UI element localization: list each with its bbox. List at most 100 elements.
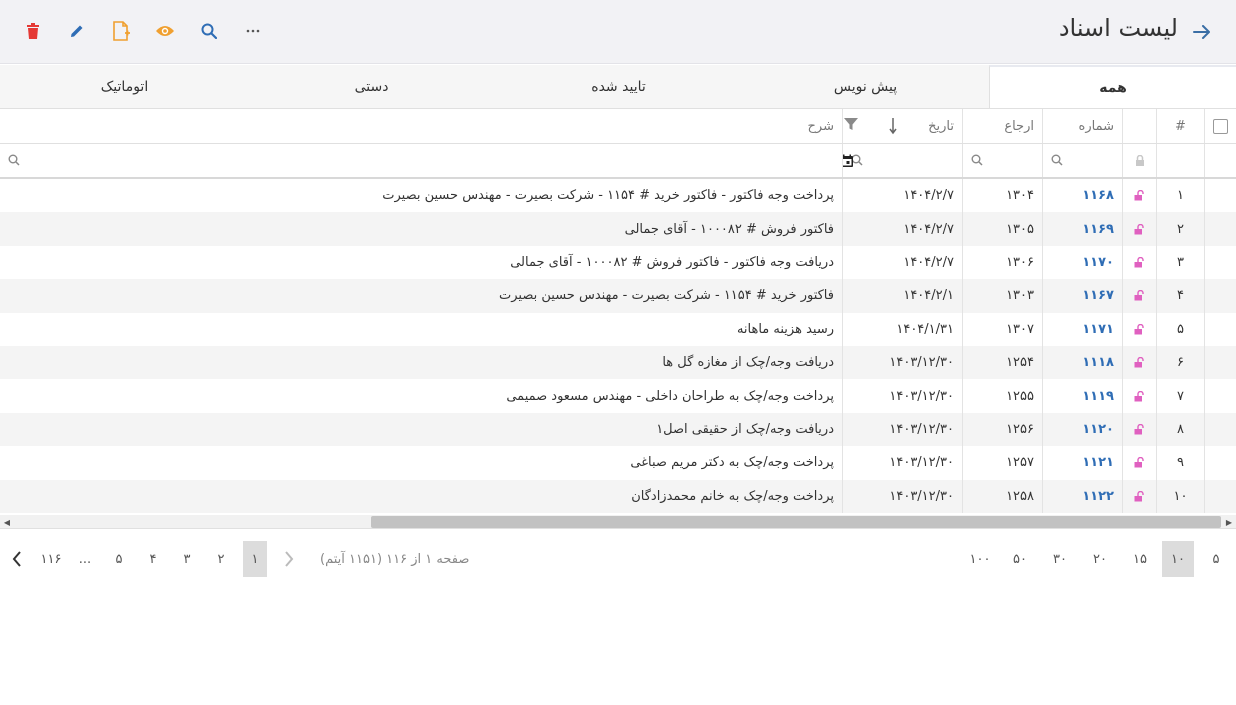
table-row[interactable]: ۱۰ ۱۱۲۲ ۱۲۵۸ ۱۴۰۳/۱۲/۳۰ پرداخت وجه/چک به خان… bbox=[0, 479, 1236, 513]
row-select-cell[interactable] bbox=[1204, 279, 1236, 313]
tab-draft[interactable]: پیش نویس bbox=[742, 65, 989, 108]
pager: ۵ ۱۰ ۱۵ ۲۰ ۳۰ ۵۰ ۱۰۰ ۱۱۶... ۵ ۴ ۳ ۲ ۱ صفحه ۱ از ۱۱۶ … bbox=[0, 541, 1236, 577]
table-row[interactable]: ۱ ۱۱۶۸ ۱۳۰۴ ۱۴۰۴/۲/۷ پرداخت وجه فاکتور - فاک… bbox=[0, 179, 1236, 213]
row-reference: ۱۲۵۶ bbox=[962, 412, 1042, 447]
row-select-cell[interactable] bbox=[1204, 345, 1236, 380]
row-select-cell[interactable] bbox=[1204, 379, 1236, 413]
search-icon bbox=[1051, 154, 1063, 166]
page-number-button[interactable]: ۱۱۶ bbox=[34, 541, 68, 577]
doc-number-link[interactable]: ۱۱۶۷ bbox=[1082, 288, 1114, 303]
scroll-right-arrow[interactable]: ▶ bbox=[1224, 517, 1234, 527]
page-number-button[interactable]: ۳ bbox=[170, 541, 204, 577]
row-doc-number[interactable]: ۱۱۱۹ bbox=[1042, 379, 1122, 413]
table-row[interactable]: ۴ ۱۱۶۷ ۱۳۰۳ ۱۴۰۴/۲/۱ فاکتور خرید # ۱۱۵۴ - شر… bbox=[0, 279, 1236, 313]
column-header-date[interactable]: تاریخ bbox=[842, 109, 962, 143]
edit-button[interactable] bbox=[62, 16, 92, 46]
sort-desc-icon[interactable] bbox=[889, 117, 901, 135]
row-select-cell[interactable] bbox=[1204, 312, 1236, 346]
row-doc-number[interactable]: ۱۱۷۰ bbox=[1042, 245, 1122, 280]
new-document-button[interactable] bbox=[106, 16, 136, 46]
row-select-cell[interactable] bbox=[1204, 479, 1236, 513]
unlock-icon bbox=[1134, 290, 1144, 301]
page-number-button[interactable]: ۱ bbox=[243, 541, 267, 577]
calendar-icon[interactable] bbox=[842, 154, 854, 168]
row-date: ۱۴۰۳/۱۲/۳۰ bbox=[842, 345, 962, 380]
tab-automatic[interactable]: اتوماتیک bbox=[1, 65, 248, 108]
filter-reference-input[interactable] bbox=[962, 144, 1042, 177]
row-doc-number[interactable]: ۱۱۲۲ bbox=[1042, 479, 1122, 513]
table-row[interactable]: ۸ ۱۱۲۰ ۱۲۵۶ ۱۴۰۳/۱۲/۳۰ دریافت وجه/چک از حقیق… bbox=[0, 412, 1236, 447]
row-select-cell[interactable] bbox=[1204, 446, 1236, 480]
next-page-button[interactable] bbox=[0, 541, 34, 577]
page-size-option[interactable]: ۱۰ bbox=[1162, 541, 1194, 577]
table-row[interactable]: ۶ ۱۱۱۸ ۱۲۵۴ ۱۴۰۳/۱۲/۳۰ دریافت وجه/چک از مغاز… bbox=[0, 345, 1236, 380]
previous-page-button[interactable] bbox=[272, 541, 306, 577]
row-doc-number[interactable]: ۱۱۱۸ bbox=[1042, 345, 1122, 380]
table-row[interactable]: ۳ ۱۱۷۰ ۱۳۰۶ ۱۴۰۴/۲/۷ دریافت وجه فاکتور - فاک… bbox=[0, 245, 1236, 280]
filter-date-input[interactable] bbox=[842, 144, 962, 177]
table-row[interactable]: ۹ ۱۱۲۱ ۱۲۵۷ ۱۴۰۳/۱۲/۳۰ پرداخت وجه/چک به دکتر… bbox=[0, 446, 1236, 480]
page-size-option[interactable]: ۳۰ bbox=[1040, 541, 1080, 577]
row-doc-number[interactable]: ۱۱۷۱ bbox=[1042, 312, 1122, 346]
doc-number-link[interactable]: ۱۱۱۸ bbox=[1082, 355, 1114, 370]
table-row[interactable]: ۲ ۱۱۶۹ ۱۳۰۵ ۱۴۰۴/۲/۷ فاکتور فروش # ۱۰۰۰۸۲ - … bbox=[0, 212, 1236, 246]
scroll-left-arrow[interactable]: ◀ bbox=[2, 517, 12, 527]
page-size-option[interactable]: ۵ bbox=[1196, 541, 1236, 577]
search-button[interactable] bbox=[194, 16, 224, 46]
doc-number-link[interactable]: ۱۱۱۹ bbox=[1082, 389, 1114, 404]
row-select-cell[interactable] bbox=[1204, 245, 1236, 280]
tab-manual[interactable]: دستی bbox=[248, 65, 495, 108]
select-all-checkbox[interactable] bbox=[1213, 118, 1228, 134]
tab-all[interactable]: همه bbox=[989, 65, 1236, 108]
column-header-reference[interactable]: ارجاع bbox=[962, 109, 1042, 143]
row-lock-cell bbox=[1122, 212, 1156, 246]
doc-number-link[interactable]: ۱۱۲۲ bbox=[1082, 489, 1114, 504]
page-ellipsis: ... bbox=[78, 551, 92, 567]
row-select-cell[interactable] bbox=[1204, 412, 1236, 447]
column-header-number[interactable]: شماره bbox=[1042, 109, 1122, 143]
doc-number-link[interactable]: ۱۱۶۸ bbox=[1082, 188, 1114, 203]
page-size-option[interactable]: ۵۰ bbox=[1000, 541, 1040, 577]
doc-number-link[interactable]: ۱۱۲۰ bbox=[1082, 422, 1114, 437]
more-button[interactable] bbox=[238, 16, 268, 46]
funnel-icon[interactable] bbox=[843, 116, 859, 132]
page-number-button[interactable]: ۴ bbox=[136, 541, 170, 577]
page-number-button[interactable]: ۵ bbox=[102, 541, 136, 577]
table-row[interactable]: ۵ ۱۱۷۱ ۱۳۰۷ ۱۴۰۴/۱/۳۱ رسید هزینه ماهانه bbox=[0, 312, 1236, 346]
row-select-cell[interactable] bbox=[1204, 179, 1236, 213]
row-select-cell[interactable] bbox=[1204, 212, 1236, 246]
filter-description-input[interactable] bbox=[0, 144, 842, 177]
row-index: ۱ bbox=[1156, 179, 1204, 213]
unlock-icon bbox=[1134, 357, 1144, 368]
unlock-icon bbox=[1134, 490, 1144, 502]
table-row[interactable]: ۷ ۱۱۱۹ ۱۲۵۵ ۱۴۰۳/۱۲/۳۰ پرداخت وجه/چک به طراح… bbox=[0, 379, 1236, 413]
tab-approved[interactable]: تایید شده bbox=[495, 65, 742, 108]
row-reference: ۱۲۵۴ bbox=[962, 345, 1042, 380]
unlock-icon bbox=[1134, 323, 1144, 335]
page-size-option[interactable]: ۱۵ bbox=[1120, 541, 1160, 577]
horizontal-scrollbar[interactable]: ◀ ▶ bbox=[0, 515, 1236, 529]
doc-number-link[interactable]: ۱۱۲۱ bbox=[1082, 455, 1114, 470]
doc-number-link[interactable]: ۱۱۶۹ bbox=[1082, 222, 1114, 237]
view-button[interactable] bbox=[150, 16, 180, 46]
row-reference: ۱۳۰۳ bbox=[962, 279, 1042, 313]
row-doc-number[interactable]: ۱۱۲۱ bbox=[1042, 446, 1122, 480]
row-date: ۱۴۰۳/۱۲/۳۰ bbox=[842, 479, 962, 513]
doc-number-link[interactable]: ۱۱۷۰ bbox=[1082, 255, 1114, 270]
column-header-description[interactable]: شرح bbox=[0, 109, 842, 143]
back-button[interactable] bbox=[1188, 18, 1216, 46]
filter-number-input[interactable] bbox=[1042, 144, 1122, 177]
doc-number-link[interactable]: ۱۱۷۱ bbox=[1082, 322, 1114, 337]
page-size-option[interactable]: ۲۰ bbox=[1080, 541, 1120, 577]
scrollbar-thumb[interactable] bbox=[371, 516, 1221, 528]
delete-button[interactable] bbox=[18, 16, 48, 46]
page-size-option[interactable]: ۱۰۰ bbox=[960, 541, 1000, 577]
row-doc-number[interactable]: ۱۱۶۸ bbox=[1042, 179, 1122, 213]
page-number-button[interactable]: ۲ bbox=[204, 541, 238, 577]
row-doc-number[interactable]: ۱۱۲۰ bbox=[1042, 412, 1122, 447]
row-date: ۱۴۰۴/۲/۷ bbox=[842, 179, 962, 213]
filter-cell-lock[interactable] bbox=[1122, 144, 1156, 177]
row-lock-cell bbox=[1122, 379, 1156, 413]
row-doc-number[interactable]: ۱۱۶۷ bbox=[1042, 279, 1122, 313]
row-doc-number[interactable]: ۱۱۶۹ bbox=[1042, 212, 1122, 246]
